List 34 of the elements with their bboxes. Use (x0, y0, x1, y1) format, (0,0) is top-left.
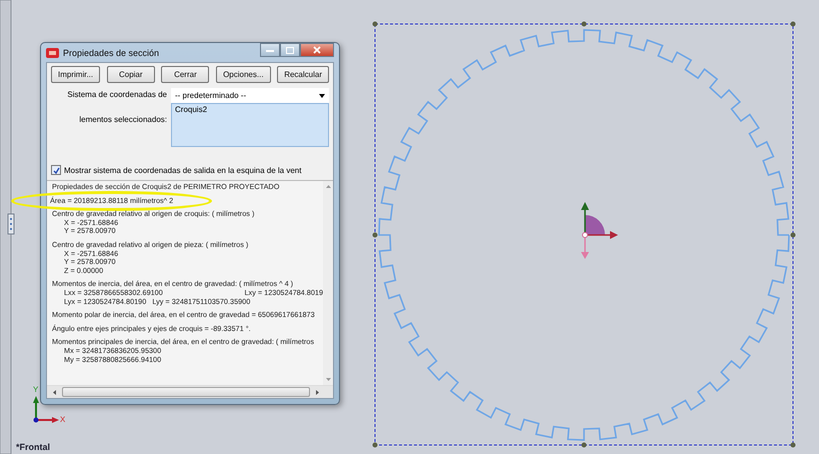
horizontal-scrollbar[interactable] (47, 385, 333, 398)
coordinate-system-dropdown[interactable]: -- predeterminado -- (171, 88, 329, 103)
scroll-up-icon[interactable] (326, 185, 330, 188)
dialog-button[interactable]: Cerrar (161, 66, 210, 83)
checkbox[interactable] (51, 165, 61, 175)
axis-label: Y (33, 385, 38, 394)
maximize-icon (286, 46, 294, 54)
dialog-button[interactable]: Recalcular (277, 66, 329, 83)
window-title: Propiedades de sección (63, 48, 160, 58)
panel-handle-icon[interactable] (8, 214, 14, 234)
axis-label: X (60, 415, 66, 424)
maximize-button[interactable] (280, 43, 300, 57)
field-label: lementos seleccionados: (78, 114, 168, 124)
view-name: *Frontal (16, 442, 50, 452)
vertical-scrollbar[interactable] (323, 181, 333, 385)
dialog-button[interactable]: Copiar (106, 66, 155, 83)
scroll-left-icon[interactable] (53, 390, 56, 394)
dialog-button[interactable]: Opciones... (216, 66, 271, 83)
scroll-down-icon[interactable] (326, 378, 330, 381)
list-item[interactable]: Croquis2 (175, 105, 208, 114)
app-icon (46, 46, 59, 58)
dialog-button[interactable]: Imprimir... (51, 66, 100, 83)
axis-triad-icon (33, 396, 59, 423)
minimize-button[interactable] (260, 43, 280, 57)
checkbox-label: Mostrar sistema de coordenadas de salida en la esquina de la vent (64, 166, 302, 174)
selected-items-list[interactable]: Croquis2 (171, 103, 329, 147)
scroll-right-icon[interactable] (316, 390, 319, 394)
close-icon (313, 46, 321, 54)
scrollbar-thumb[interactable] (62, 387, 310, 397)
field-label: Sistema de coordenadas de (66, 89, 168, 99)
dropdown-arrow-icon (319, 94, 325, 98)
origin-axes-icon (581, 202, 618, 259)
close-button[interactable] (300, 43, 334, 57)
minimize-icon (266, 48, 274, 52)
